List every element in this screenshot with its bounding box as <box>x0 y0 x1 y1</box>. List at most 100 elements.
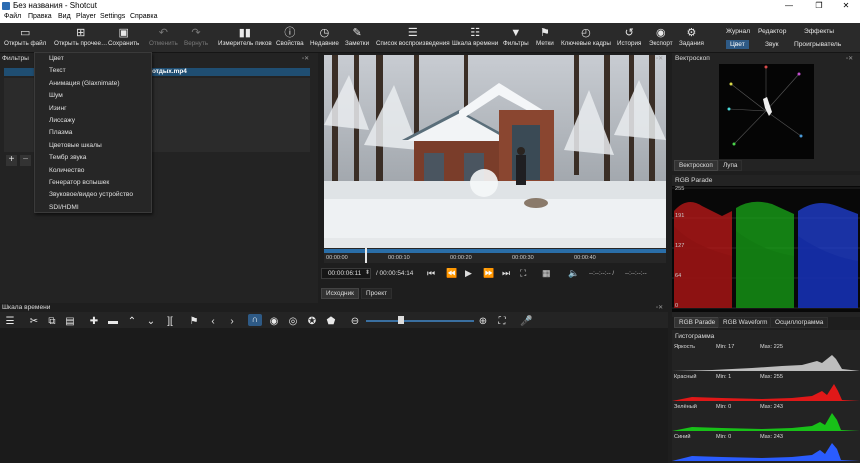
skip-previous-icon[interactable]: ⏮ <box>427 268 435 279</box>
current-time-field[interactable]: 00:00:06:11 <box>321 268 371 279</box>
menu-item-color[interactable]: Цвет <box>35 53 151 65</box>
minimize-button[interactable]: — <box>775 0 803 12</box>
menu-view[interactable]: Вид <box>58 13 71 20</box>
save-button[interactable]: ▣ Сохранить <box>108 26 139 52</box>
menu-item-color-bars[interactable]: Цветовые шкалы <box>35 140 151 152</box>
panel-float-icon[interactable]: ▫✕ <box>656 304 663 311</box>
tab-zoom[interactable]: Лупа <box>718 160 743 171</box>
rewind-icon[interactable]: ⏪ <box>446 268 457 279</box>
overwrite-icon[interactable]: ⌄ <box>145 316 157 327</box>
play-icon[interactable]: ▶ <box>465 268 472 279</box>
notes-button[interactable]: ✎ Заметки <box>345 26 369 52</box>
paste-icon[interactable]: ▤ <box>64 316 76 327</box>
snap-icon[interactable]: ∩ <box>248 314 262 326</box>
grid-icon[interactable]: ▦ <box>542 268 551 279</box>
record-audio-icon[interactable]: 🎤 <box>520 316 532 327</box>
time-spin-icon[interactable]: ⬍ <box>365 269 370 276</box>
video-preview[interactable] <box>324 55 666 248</box>
menu-item-tone[interactable]: Тембр звука <box>35 152 151 164</box>
zoom-out-icon[interactable]: ⊖ <box>349 316 361 327</box>
tab-vectorscope[interactable]: Вектроскоп <box>674 160 718 171</box>
tab-waveform[interactable]: Осциллограмма <box>770 317 829 328</box>
playlist-button[interactable]: ☰ Список воспроизведения <box>376 26 450 52</box>
maximize-button[interactable]: ❐ <box>805 0 833 12</box>
menu-player[interactable]: Player <box>76 13 96 20</box>
open-other-button[interactable]: ⊞ Открыть прочее… <box>54 26 107 52</box>
player-ruler[interactable]: 00:00:00 00:00:10 00:00:20 00:00:30 00:0… <box>324 248 666 263</box>
clip-name: отдых.mp4 <box>152 68 187 75</box>
jobs-button[interactable]: ⚙ Задания <box>679 26 704 52</box>
remove-filter-button[interactable]: − <box>20 155 31 166</box>
redo-button[interactable]: ↷ Вернуть <box>184 26 208 52</box>
panel-float-icon[interactable]: ▫✕ <box>302 55 309 62</box>
add-filter-button[interactable]: + <box>6 155 17 166</box>
fast-forward-icon[interactable]: ⏩ <box>483 268 494 279</box>
properties-button[interactable]: ⓘ Свойства <box>276 26 304 52</box>
ruler-tick: 00:00:00 <box>326 255 348 261</box>
tab-rgb-parade[interactable]: RGB Parade <box>674 317 721 328</box>
menu-item-lissajous[interactable]: Лиссажу <box>35 115 151 127</box>
panel-float-icon[interactable]: ▫✕ <box>846 55 853 62</box>
timeline-menu-icon[interactable]: ☰ <box>4 316 16 327</box>
tab-source[interactable]: Исходник <box>321 288 359 299</box>
skip-next-icon[interactable]: ⏭ <box>502 268 510 279</box>
redo-icon: ↷ <box>191 27 201 39</box>
menu-item-blip-generator[interactable]: Генератор вспышек <box>35 177 151 189</box>
keyframes-button[interactable]: ◴ Ключевые кадры <box>561 26 611 52</box>
export-button[interactable]: ◉ Экспорт <box>649 26 673 52</box>
next-marker-icon[interactable]: › <box>226 316 238 327</box>
prev-marker-icon[interactable]: ‹ <box>207 316 219 327</box>
recent-button[interactable]: ◷ Недавние <box>310 26 339 52</box>
menu-item-sdi-hdmi[interactable]: SDI/HDMI <box>35 202 151 214</box>
duration-label: / 00:00:54:14 <box>376 270 414 277</box>
copy-icon[interactable]: ⧉ <box>46 316 58 327</box>
layout-editor[interactable]: Редактор <box>754 27 790 36</box>
playhead[interactable] <box>365 248 368 263</box>
zoom-slider-handle[interactable] <box>398 316 404 324</box>
layout-log[interactable]: Журнал <box>722 27 754 36</box>
menu-item-av-device[interactable]: Звуковое/видео устройство <box>35 189 151 201</box>
menu-item-animation[interactable]: Анимация (Glaxnimate) <box>35 78 151 90</box>
timeline-tracks-area[interactable] <box>0 328 668 463</box>
zoom-in-icon[interactable]: ⊕ <box>477 316 489 327</box>
append-icon[interactable]: ✚ <box>88 316 100 327</box>
lift-icon[interactable]: ⌃ <box>126 316 138 327</box>
history-button[interactable]: ↺ История <box>617 26 641 52</box>
menu-item-count[interactable]: Количество <box>35 165 151 177</box>
menu-item-text[interactable]: Текст <box>35 65 151 77</box>
scrub-icon[interactable]: ◉ <box>268 316 280 327</box>
markers-button[interactable]: ⚑ Метки <box>536 26 554 52</box>
menu-item-plasma[interactable]: Плазма <box>35 127 151 139</box>
marker-icon[interactable]: ⚑ <box>188 316 200 327</box>
ripple-all-icon[interactable]: ✪ <box>306 316 318 327</box>
scale-label: 64 <box>675 273 682 279</box>
close-button[interactable]: ✕ <box>832 0 860 12</box>
tab-project[interactable]: Проект <box>361 288 393 299</box>
menu-item-ising[interactable]: Изинг <box>35 103 151 115</box>
ripple-icon[interactable]: ◎ <box>287 316 299 327</box>
zoom-fit-timeline-icon[interactable]: ⛶ <box>496 316 508 327</box>
ripple-markers-icon[interactable]: ⬟ <box>325 316 337 327</box>
menu-item-noise[interactable]: Шум <box>35 90 151 102</box>
split-icon[interactable]: ][ <box>164 316 176 327</box>
layout-audio[interactable]: Звук <box>761 40 783 49</box>
volume-icon[interactable]: 🔈 <box>568 268 579 279</box>
menu-edit[interactable]: Правка <box>28 13 52 20</box>
menu-file[interactable]: Файл <box>4 13 21 20</box>
zoom-fit-icon[interactable]: ⛶ <box>520 268 526 279</box>
filters-button[interactable]: ▼ Фильтры <box>503 26 529 52</box>
timeline-button[interactable]: ☷ Шкала времени <box>452 26 498 52</box>
layout-effects[interactable]: Эффекты <box>800 27 838 36</box>
tab-rgb-waveform[interactable]: RGB Waveform <box>718 317 773 328</box>
peak-meter-button[interactable]: ▮▮ Измеритель пиков <box>218 26 272 52</box>
menu-help[interactable]: Справка <box>130 13 157 20</box>
layout-color[interactable]: Цвет <box>726 40 749 49</box>
layout-player[interactable]: Проигрыватель <box>790 40 845 49</box>
open-file-button[interactable]: ▭ Открыть файл <box>4 26 46 52</box>
player-panel-icon[interactable]: ▫✕ <box>656 55 663 62</box>
cut-icon[interactable]: ✂ <box>28 316 40 327</box>
zoom-slider[interactable] <box>366 320 474 322</box>
menu-settings[interactable]: Settings <box>100 13 125 20</box>
undo-button[interactable]: ↶ Отменить <box>149 26 178 52</box>
remove-icon[interactable]: ▬ <box>107 316 119 327</box>
